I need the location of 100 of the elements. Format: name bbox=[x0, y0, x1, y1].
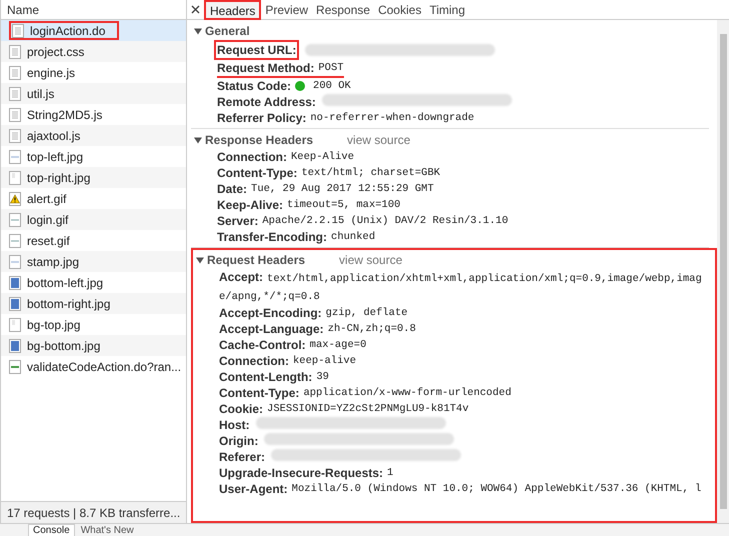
document-icon bbox=[9, 86, 21, 100]
header-value: 39 bbox=[316, 370, 329, 385]
header-name: Accept-Encoding: bbox=[219, 305, 322, 321]
document-icon bbox=[9, 128, 21, 142]
header-name: Connection: bbox=[217, 149, 287, 165]
document-icon bbox=[9, 44, 21, 58]
request-row[interactable]: login.gif bbox=[1, 209, 186, 230]
expand-triangle-icon[interactable] bbox=[194, 27, 202, 35]
document-icon bbox=[9, 108, 21, 122]
file-name: reset.gif bbox=[27, 232, 70, 250]
header-value: 200 OK bbox=[313, 79, 351, 94]
header-name: Request URL: bbox=[217, 42, 296, 58]
view-source-link[interactable]: view source bbox=[347, 131, 410, 149]
header-value: gzip, deflate bbox=[326, 306, 408, 321]
scrollbar[interactable] bbox=[717, 20, 729, 523]
header-value: JSESSIONID=YZ2cSt2PNMgLU9-k81T4v bbox=[267, 402, 469, 417]
header-value: zh-CN,zh;q=0.8 bbox=[328, 322, 416, 337]
section-title[interactable]: Response Headers bbox=[205, 131, 314, 149]
image-icon bbox=[9, 318, 21, 332]
header-name: Accept-Language: bbox=[219, 321, 324, 337]
document-icon bbox=[9, 66, 21, 80]
header-value: Keep-Alive bbox=[291, 150, 354, 165]
header-name: Transfer-Encoding: bbox=[217, 229, 328, 245]
header-value: Mozilla/5.0 (Windows NT 10.0; WOW64) AppleWebKit/537.36 (KHTML, l bbox=[292, 482, 702, 497]
header-name: Content-Type: bbox=[217, 165, 298, 181]
header-value: no-referrer-when-downgrade bbox=[310, 111, 474, 126]
header-name: Cache-Control: bbox=[219, 337, 306, 353]
header-name: Server: bbox=[217, 213, 258, 229]
image-icon bbox=[9, 254, 21, 268]
file-name: String2MD5.js bbox=[27, 106, 102, 124]
image-icon bbox=[9, 150, 21, 164]
file-name: bg-top.jpg bbox=[27, 316, 80, 334]
file-name: stamp.jpg bbox=[27, 254, 80, 270]
header-value: text/html; charset=GBK bbox=[301, 166, 440, 181]
section-title[interactable]: Request Headers bbox=[207, 251, 306, 269]
file-name: bg-bottom.jpg bbox=[27, 338, 100, 354]
close-icon[interactable] bbox=[191, 5, 200, 14]
image-icon bbox=[9, 360, 21, 374]
header-value: Apache/2.2.15 (Unix) DAV/2 Resin/3.1.10 bbox=[262, 214, 508, 229]
tab[interactable]: Preview bbox=[261, 0, 312, 20]
file-name: login.gif bbox=[27, 212, 68, 228]
request-row[interactable]: util.js bbox=[1, 83, 186, 104]
header-name: Content-Type: bbox=[219, 385, 300, 401]
request-row[interactable]: top-right.jpg bbox=[1, 167, 186, 188]
image-icon bbox=[9, 296, 21, 310]
status-summary: 17 requests | 8.7 KB transferre... bbox=[1, 501, 186, 523]
header-name: Remote Address: bbox=[217, 94, 316, 110]
header-name: User-Agent: bbox=[219, 481, 288, 497]
header-name: Request Method: bbox=[217, 60, 314, 76]
header-value: POST bbox=[318, 61, 344, 76]
image-icon bbox=[9, 212, 21, 226]
header-name: Keep-Alive: bbox=[217, 197, 284, 213]
file-name: ajaxtool.js bbox=[27, 128, 80, 144]
warning-icon bbox=[9, 192, 21, 206]
header-value: max-age=0 bbox=[310, 338, 366, 353]
header-value: Tue, 29 Aug 2017 12:55:29 GMT bbox=[251, 182, 434, 197]
file-name: project.css bbox=[27, 44, 84, 60]
image-icon bbox=[9, 338, 21, 352]
section-title[interactable]: General bbox=[205, 22, 250, 40]
file-name: loginAction.do bbox=[30, 22, 106, 40]
view-source-link[interactable]: view source bbox=[339, 251, 402, 269]
request-row[interactable]: loginAction.do bbox=[1, 20, 186, 41]
tab[interactable]: Timing bbox=[425, 0, 470, 20]
file-name: top-right.jpg bbox=[27, 170, 90, 186]
header-value: keep-alive bbox=[293, 354, 356, 369]
expand-triangle-icon[interactable] bbox=[194, 136, 202, 144]
file-name: bottom-right.jpg bbox=[27, 296, 110, 312]
header-name: Upgrade-Insecure-Requests: bbox=[219, 465, 384, 481]
image-icon bbox=[9, 234, 21, 248]
drawer-tab[interactable]: Console bbox=[28, 524, 75, 536]
image-icon bbox=[9, 276, 21, 290]
request-row[interactable]: bg-bottom.jpg bbox=[1, 335, 186, 356]
request-row[interactable]: bottom-right.jpg bbox=[1, 293, 186, 314]
request-row[interactable]: project.css bbox=[1, 41, 186, 62]
image-icon bbox=[9, 170, 21, 184]
header-name: Host: bbox=[219, 417, 250, 433]
header-value: application/x-www-form-urlencoded bbox=[303, 386, 512, 401]
file-name: alert.gif bbox=[27, 190, 66, 208]
document-icon bbox=[12, 24, 24, 38]
tab[interactable]: Headers bbox=[204, 0, 262, 20]
tab[interactable]: Response bbox=[312, 0, 374, 20]
header-name: Connection: bbox=[219, 353, 289, 369]
tab[interactable]: Cookies bbox=[374, 0, 426, 20]
request-row[interactable]: stamp.jpg bbox=[1, 251, 186, 272]
file-name: util.js bbox=[27, 86, 54, 102]
header-name: Referrer Policy: bbox=[217, 110, 306, 126]
file-name: top-left.jpg bbox=[27, 148, 84, 166]
header-value: 1 bbox=[387, 466, 394, 481]
expand-triangle-icon[interactable] bbox=[196, 256, 204, 264]
header-name: Status Code: bbox=[217, 78, 292, 94]
request-row[interactable]: ajaxtool.js bbox=[1, 125, 186, 146]
file-name: engine.js bbox=[27, 64, 76, 82]
header-value: timeout=5, max=100 bbox=[287, 198, 400, 213]
header-value: chunked bbox=[331, 230, 376, 245]
header-name: Cookie: bbox=[219, 401, 264, 417]
drawer-tab[interactable]: What's New bbox=[76, 525, 138, 536]
file-name: validateCodeAction.do?ran... bbox=[27, 358, 182, 376]
header-name: Date: bbox=[217, 181, 248, 197]
header-name: Referer: bbox=[219, 449, 266, 465]
header-name: Content-Length: bbox=[219, 369, 312, 385]
